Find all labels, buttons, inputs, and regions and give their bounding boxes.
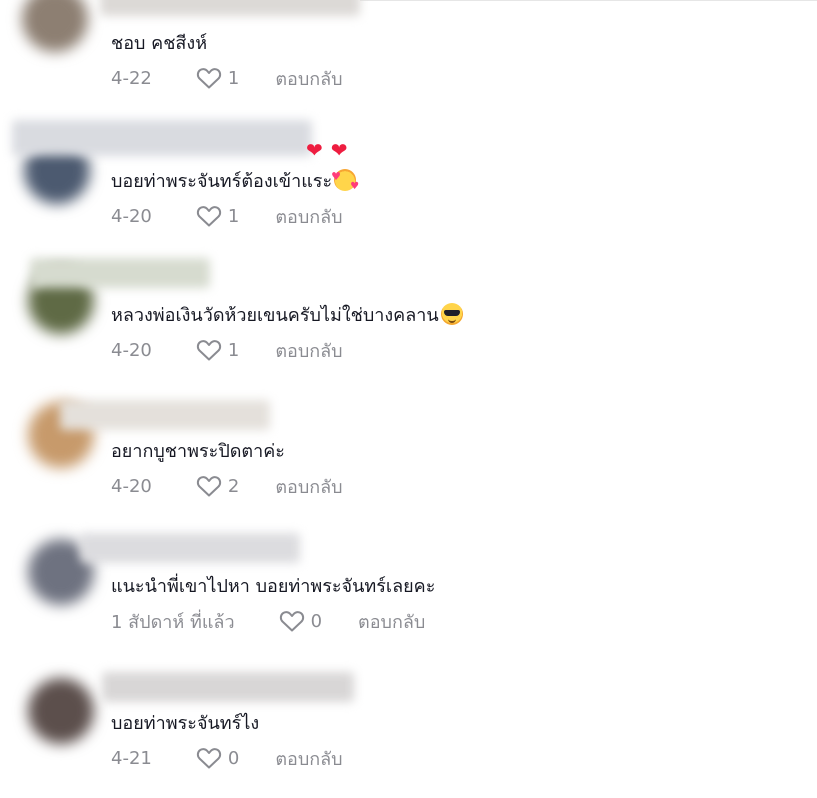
like-button[interactable]: 1 [196,204,239,228]
like-count: 0 [310,610,323,632]
reply-button[interactable]: ตอบกลับ [275,336,342,365]
heart-outline-icon [279,611,304,632]
comment-text: บอยท่าพระจันทร์ไง [111,713,260,734]
username-blurred[interactable] [12,120,312,156]
like-button[interactable]: 0 [279,609,322,633]
comment-text: หลวงพ่อเงินวัดห้วยเขนครับไม่ใช่บางคลาน [111,302,817,330]
comment-meta: 4-22 1 ตอบกลับ [111,64,817,92]
comments-panel: ชอบ คชสีงห์ 4-22 1 ตอบกลับ ❤❤ บอยท่าพระจ… [0,0,817,798]
username-blurred[interactable] [100,0,360,16]
username-blurred[interactable] [102,672,354,702]
like-button[interactable]: 1 [196,338,239,362]
smiling-face-with-hearts-icon [331,163,359,201]
comment-date: 4-20 [111,339,152,361]
reply-button[interactable]: ตอบกลับ [275,64,342,93]
comment-text: แนะนำพี่เขาไปหา บอยท่าพระจันทร์เลยคะ [111,576,436,597]
like-button[interactable]: 0 [196,746,239,770]
comment-date: 4-21 [111,747,152,769]
smiling-face-with-sunglasses-icon [440,303,463,325]
heart-outline-icon [196,340,221,361]
comment-meta: 4-21 0 ตอบกลับ [111,744,817,772]
comment-text: บอยท่าพระจันทร์ต้องเข้าแระ [111,163,817,201]
avatar[interactable] [28,678,94,744]
comment-date: 4-20 [111,205,152,227]
like-button[interactable]: 2 [196,474,239,498]
reply-button[interactable]: ตอบกลับ [275,202,342,231]
divider [360,0,817,1]
like-button[interactable]: 1 [196,66,239,90]
heart-emoji: ❤❤ [306,138,356,162]
comment-date: 4-22 [111,67,152,89]
like-count: 2 [227,475,240,497]
comment-text: ชอบ คชสีงห์ [111,33,208,54]
comment-date: 1 สัปดาห์ ที่แล้ว [111,611,235,633]
comment-meta: 1 สัปดาห์ ที่แล้ว 0 ตอบกลับ [111,607,817,635]
avatar[interactable] [22,0,88,52]
heart-outline-icon [196,476,221,497]
username-blurred[interactable] [60,400,270,430]
heart-outline-icon [196,748,221,769]
heart-outline-icon [196,206,221,227]
heart-outline-icon [196,68,221,89]
reply-button[interactable]: ตอบกลับ [358,607,425,636]
username-blurred[interactable] [80,533,300,563]
like-count: 1 [227,339,240,361]
like-count: 1 [227,205,240,227]
comment-date: 4-20 [111,475,152,497]
comment-meta: 4-20 2 ตอบกลับ [111,472,817,500]
reply-button[interactable]: ตอบกลับ [275,472,342,501]
username-blurred[interactable] [30,258,210,288]
like-count: 0 [227,747,240,769]
comment-text: อยากบูชาพระปิดตาค่ะ [111,441,285,462]
comment-meta: 4-20 1 ตอบกลับ [111,202,817,230]
reply-button[interactable]: ตอบกลับ [275,744,342,773]
comment-meta: 4-20 1 ตอบกลับ [111,336,817,364]
like-count: 1 [227,67,240,89]
